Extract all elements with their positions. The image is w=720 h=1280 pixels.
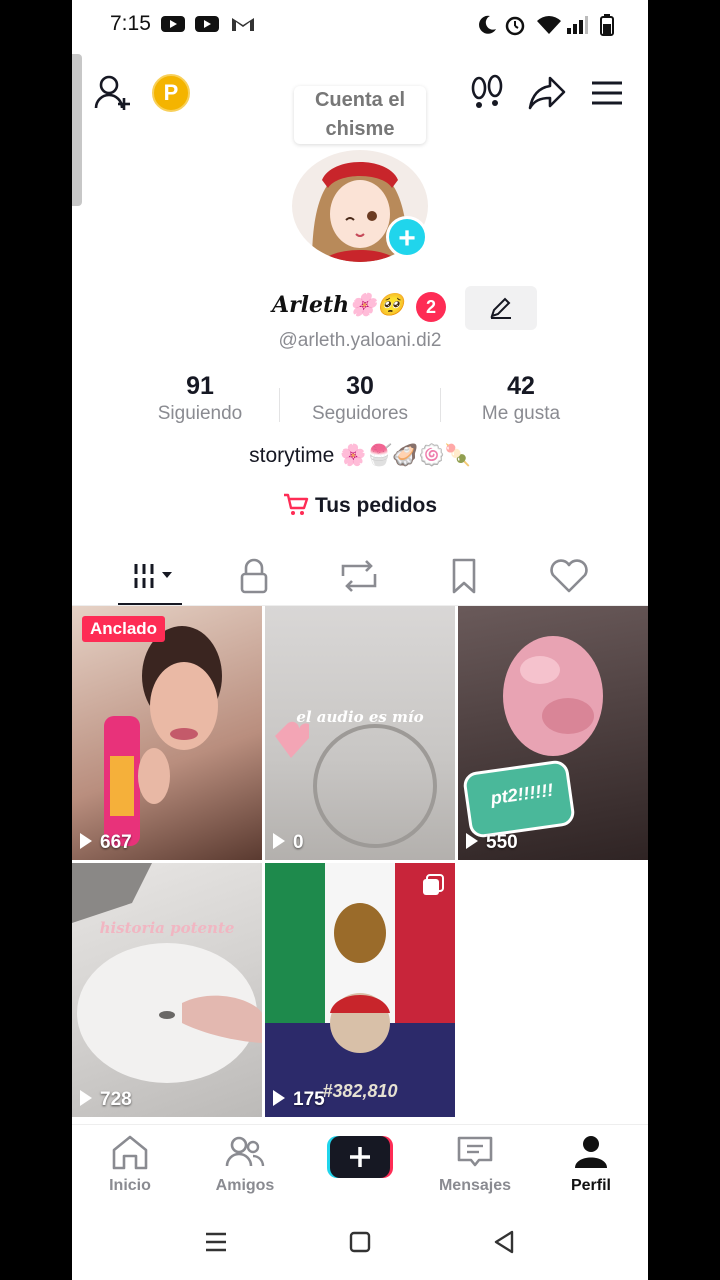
status-time: 7:15 <box>110 12 151 35</box>
pinned-badge: Anclado <box>82 616 166 642</box>
video-tile[interactable]: historia potente 728 <box>72 863 262 1117</box>
recent-apps-icon[interactable] <box>204 1228 228 1256</box>
nav-profile-label: Perfil <box>570 1177 611 1194</box>
edit-profile-button[interactable] <box>465 286 537 330</box>
following-count: 91 <box>186 372 214 400</box>
dnd-moon-icon <box>479 15 496 34</box>
tab-private[interactable] <box>224 556 284 596</box>
nav-profile[interactable]: Perfil <box>546 1134 636 1195</box>
view-count: 667 <box>80 832 132 854</box>
lock-icon <box>240 558 268 594</box>
username: @arleth.yaloani.di2 <box>278 330 442 351</box>
video-thumbnail <box>72 863 262 1083</box>
add-photo-button[interactable]: + <box>386 216 428 258</box>
video-thumbnail <box>275 721 437 848</box>
tab-liked[interactable] <box>539 556 599 596</box>
following-stat[interactable]: 91 Siguiendo <box>120 372 280 425</box>
likes-label: Me gusta <box>481 403 561 424</box>
followers-label: Seguidores <box>311 403 409 424</box>
edge-panel-handle[interactable] <box>72 54 82 206</box>
tab-videos[interactable] <box>124 556 184 596</box>
friends-icon <box>225 1136 265 1167</box>
orders-link[interactable]: Tus pedidos <box>72 492 648 518</box>
signal-icon <box>567 16 588 34</box>
home-icon <box>112 1135 148 1170</box>
video-thumbnail <box>265 863 455 1117</box>
view-count: 175 <box>273 1089 325 1111</box>
nav-inbox-label: Mensajes <box>438 1177 512 1194</box>
profile-tooltip: Cuenta el chisme <box>294 86 426 144</box>
tab-saved[interactable] <box>434 556 494 596</box>
notification-badge: 2 <box>416 292 446 322</box>
tab-reposts[interactable] <box>329 556 389 596</box>
videos-icon <box>132 564 172 588</box>
back-icon[interactable] <box>492 1228 516 1256</box>
cart-icon <box>283 493 309 515</box>
multi-image-icon <box>423 874 444 895</box>
youtube-icon <box>195 16 219 32</box>
likes-count: 42 <box>507 372 535 400</box>
profile-screen: 7:15 P Cuenta el chisme + Arleth🌸🥺 2 @ar… <box>72 0 648 1280</box>
likes-stat[interactable]: 42 Me gusta <box>441 372 601 425</box>
followers-count: 30 <box>346 372 374 400</box>
nav-divider <box>72 1124 648 1125</box>
view-count: 0 <box>273 832 304 854</box>
view-count: 550 <box>466 832 518 854</box>
video-tile[interactable]: el audio es mío 0 <box>265 606 455 860</box>
add-friend-icon[interactable] <box>94 74 134 112</box>
video-caption: el audio es mío <box>296 708 424 726</box>
heart-icon <box>550 559 588 593</box>
video-tile[interactable]: Anclado 667 <box>72 606 262 860</box>
menu-icon[interactable] <box>590 74 624 112</box>
bookmark-icon <box>452 558 476 594</box>
display-name: Arleth🌸🥺 <box>272 292 404 318</box>
video-tile[interactable]: #382,810 175 <box>265 863 455 1117</box>
repost-icon <box>341 560 377 592</box>
wifi-icon <box>537 16 561 34</box>
create-button[interactable] <box>327 1136 393 1178</box>
coins-icon[interactable]: P <box>152 74 190 112</box>
gmail-icon <box>232 18 254 31</box>
home-button-icon[interactable] <box>348 1228 372 1256</box>
orders-label: Tus pedidos <box>314 494 438 517</box>
view-count: 728 <box>80 1089 132 1111</box>
nav-home-label: Inicio <box>109 1177 151 1194</box>
plus-icon <box>327 1136 393 1178</box>
nav-friends-label: Amigos <box>215 1177 275 1194</box>
followers-stat[interactable]: 30 Seguidores <box>280 372 440 425</box>
battery-icon <box>600 14 614 36</box>
profile-icon <box>575 1136 607 1168</box>
alarm-icon <box>505 16 525 36</box>
video-caption: historia potente <box>99 919 235 937</box>
nav-home[interactable]: Inicio <box>85 1134 175 1195</box>
pencil-icon <box>490 297 511 319</box>
youtube-icon <box>161 16 185 32</box>
nav-friends[interactable]: Amigos <box>200 1134 290 1195</box>
video-tile[interactable]: pt2!!!!!! 550 <box>458 606 648 860</box>
video-thumbnail <box>104 626 222 846</box>
following-label: Siguiendo <box>157 403 243 424</box>
message-icon <box>457 1136 493 1167</box>
nav-inbox[interactable]: Mensajes <box>430 1134 520 1195</box>
bio: storytime 🌸🍧🦪🍥🍡 <box>249 444 471 467</box>
share-icon[interactable] <box>528 74 568 112</box>
footprints-icon[interactable] <box>470 74 504 112</box>
